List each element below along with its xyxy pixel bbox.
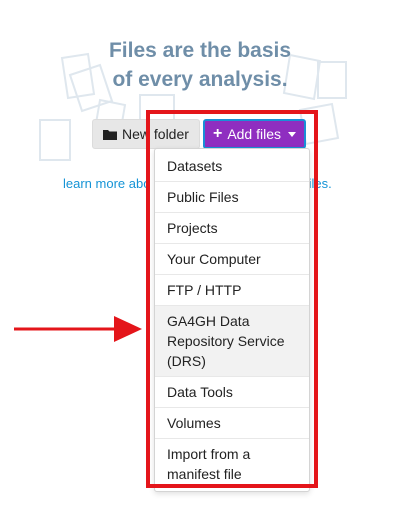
menu-item-volumes[interactable]: Volumes [155, 407, 309, 438]
headline-line-2: of every analysis. [112, 68, 288, 91]
new-folder-label: New folder [122, 126, 189, 142]
add-files-dropdown-menu: Datasets Public Files Projects Your Comp… [154, 148, 310, 492]
new-folder-button[interactable]: New folder [92, 119, 200, 149]
menu-item-ftp-http[interactable]: FTP / HTTP [155, 274, 309, 305]
menu-item-projects[interactable]: Projects [155, 212, 309, 243]
menu-item-data-tools[interactable]: Data Tools [155, 376, 309, 407]
menu-item-import-manifest[interactable]: Import from a manifest file [155, 438, 309, 489]
learn-more-link[interactable]: learn more abo [63, 176, 150, 191]
annotation-arrow-icon [14, 316, 142, 342]
plus-icon: + [212, 125, 223, 142]
headline-line-1: Files are the basis [108, 39, 292, 62]
page-headline: Files are the basis of every analysis. [0, 36, 400, 94]
menu-item-your-computer[interactable]: Your Computer [155, 243, 309, 274]
folder-icon [103, 129, 117, 140]
caret-down-icon [288, 131, 297, 137]
add-files-button[interactable]: + Add files [203, 119, 306, 149]
add-files-label: Add files [227, 126, 282, 142]
menu-item-datasets[interactable]: Datasets [155, 151, 309, 181]
menu-item-ga4gh-drs[interactable]: GA4GH Data Repository Service (DRS) [155, 305, 309, 376]
menu-item-public-files[interactable]: Public Files [155, 181, 309, 212]
